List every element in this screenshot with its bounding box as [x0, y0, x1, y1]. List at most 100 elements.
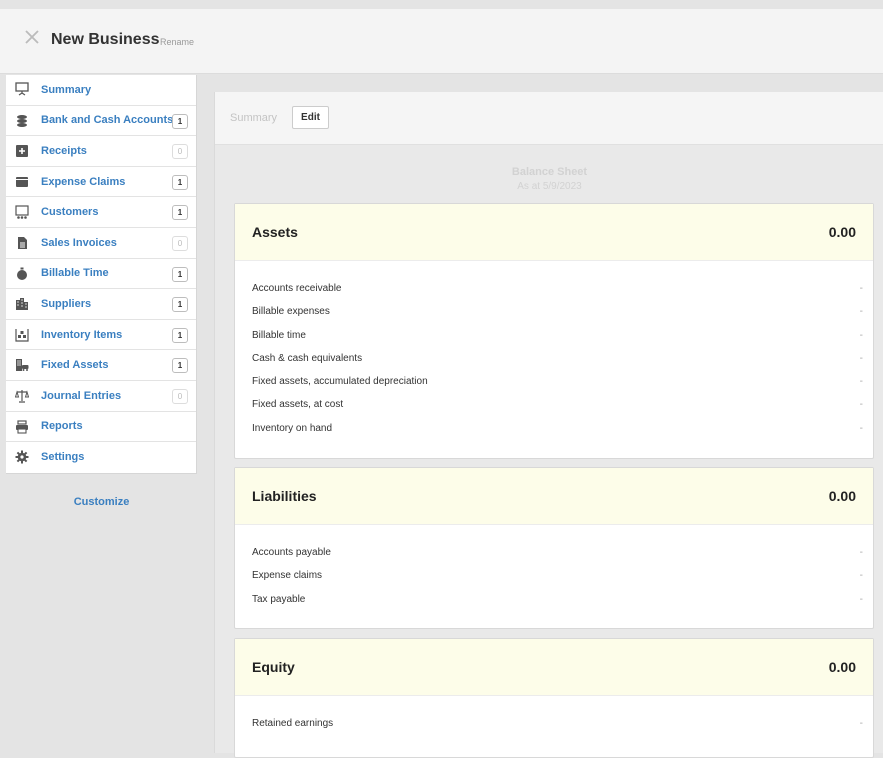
printer-icon — [16, 419, 28, 434]
plus-box-icon — [16, 145, 28, 158]
account-row[interactable]: Retained earnings - — [235, 718, 873, 741]
sidebar-item-label: Bank and Cash Accounts — [41, 114, 174, 127]
scales-icon — [15, 389, 29, 403]
account-row[interactable]: Fixed assets, accumulated depreciation - — [235, 376, 873, 399]
sidebar-item-label: Billable Time — [41, 267, 109, 280]
sidebar-nav: Summary Bank and Cash Accounts 1 Receipt… — [6, 75, 197, 474]
sidebar-item-fixed-assets[interactable]: Fixed Assets 1 — [6, 350, 196, 381]
account-row[interactable]: Billable expenses - — [235, 306, 873, 329]
sidebar-item-label: Fixed Assets — [41, 359, 109, 372]
account-row[interactable]: Accounts receivable - — [235, 283, 873, 306]
account-value: - — [859, 376, 863, 388]
top-strip — [0, 0, 883, 9]
section-title: Equity — [252, 659, 295, 675]
sidebar-item-sales-invoices[interactable]: Sales Invoices 0 — [6, 228, 196, 259]
account-value: - — [859, 593, 863, 605]
sidebar-item-journal-entries[interactable]: Journal Entries 0 — [6, 381, 196, 412]
account-value: - — [859, 422, 863, 434]
account-value: - — [859, 570, 863, 582]
sidebar-item-label: Settings — [41, 451, 85, 464]
coins-icon — [17, 114, 27, 127]
rename-link[interactable]: Rename — [160, 37, 194, 47]
sidebar-item-label: Suppliers — [41, 297, 92, 310]
account-name: Tax payable — [252, 593, 306, 605]
account-name: Cash & cash equivalents — [252, 352, 363, 364]
account-row[interactable]: Tax payable - — [235, 594, 873, 617]
account-value: - — [859, 352, 863, 364]
account-name: Retained earnings — [252, 718, 334, 729]
count-badge: 1 — [172, 205, 188, 221]
people-icon — [15, 205, 29, 220]
sidebar-item-label: Inventory Items — [41, 328, 123, 341]
sidebar-item-label: Summary — [41, 83, 92, 96]
sidebar-item-expense-claims[interactable]: Expense Claims 1 — [6, 167, 196, 198]
card-header: Assets 0.00 — [235, 204, 873, 261]
balance-sheet-title: Balance Sheet — [511, 166, 588, 178]
account-row[interactable]: Inventory on hand - — [235, 423, 873, 446]
account-value: - — [859, 547, 863, 558]
sidebar-item-suppliers[interactable]: Suppliers 1 — [6, 289, 196, 320]
balance-sheet-date: As at 5/9/2023 — [517, 181, 582, 192]
sidebar-item-label: Sales Invoices — [41, 236, 117, 249]
account-row[interactable]: Accounts payable - — [235, 547, 873, 570]
sidebar-item-billable-time[interactable]: Billable Time 1 — [6, 259, 196, 290]
count-badge: 1 — [172, 266, 188, 282]
account-name: Fixed assets, accumulated depreciation — [252, 376, 428, 388]
customize-link[interactable]: Customize — [6, 496, 197, 508]
wallet-icon — [16, 176, 28, 187]
section-total: 0.00 — [828, 488, 856, 504]
building-car-icon — [16, 359, 29, 372]
equity-card: Equity 0.00 Retained earnings - — [234, 638, 874, 758]
main-panel: Summary Edit Balance Sheet As at 5/9/202… — [214, 92, 883, 758]
sidebar-item-summary[interactable]: Summary — [6, 75, 196, 106]
liabilities-card: Liabilities 0.00 Accounts payable - Expen… — [234, 467, 874, 629]
sidebar-item-customers[interactable]: Customers 1 — [6, 197, 196, 228]
sidebar-item-label: Receipts — [41, 144, 87, 157]
account-name: Billable time — [252, 329, 306, 341]
account-value: - — [859, 283, 863, 294]
count-badge: 1 — [172, 113, 188, 129]
sidebar-item-bank-and-cash-accounts[interactable]: Bank and Cash Accounts 1 — [6, 106, 196, 137]
account-value: - — [859, 718, 863, 729]
section-title: Assets — [252, 224, 298, 240]
edit-button[interactable]: Edit — [292, 106, 329, 129]
count-badge: 1 — [172, 174, 188, 190]
account-name: Accounts payable — [252, 547, 331, 558]
account-name: Expense claims — [252, 570, 323, 582]
gear-icon — [15, 450, 29, 464]
card-header: Liabilities 0.00 — [235, 468, 873, 525]
sidebar: Summary Bank and Cash Accounts 1 Receipt… — [6, 75, 197, 753]
close-icon[interactable] — [23, 28, 41, 46]
sidebar-item-label: Reports — [41, 420, 83, 433]
sidebar-item-reports[interactable]: Reports — [6, 412, 196, 443]
document-icon — [18, 236, 27, 249]
business-name: New Business — [51, 31, 160, 48]
account-row[interactable]: Fixed assets, at cost - — [235, 399, 873, 422]
count-badge: 1 — [172, 327, 188, 343]
account-row[interactable]: Cash & cash equivalents - — [235, 353, 873, 376]
card-header: Equity 0.00 — [235, 639, 873, 696]
business-header: New Business Rename — [0, 9, 883, 74]
presentation-icon — [15, 82, 29, 96]
account-row[interactable]: Billable time - — [235, 330, 873, 353]
sidebar-item-receipts[interactable]: Receipts 0 — [6, 136, 196, 167]
section-total: 0.00 — [828, 659, 856, 675]
assets-card: Assets 0.00 Accounts receivable - Billabl… — [234, 203, 874, 459]
account-name: Fixed assets, at cost — [252, 399, 344, 411]
sidebar-item-settings[interactable]: Settings — [6, 442, 196, 473]
account-name: Billable expenses — [252, 306, 330, 318]
section-total: 0.00 — [828, 224, 856, 240]
account-value: - — [859, 306, 863, 318]
account-row[interactable]: Expense claims - — [235, 570, 873, 593]
count-badge: 0 — [172, 235, 188, 251]
warehouse-icon — [15, 328, 29, 342]
count-badge: 1 — [172, 358, 188, 374]
sidebar-item-label: Expense Claims — [41, 175, 126, 188]
count-badge: 0 — [172, 388, 188, 404]
count-badge: 0 — [172, 144, 188, 160]
toolbar-title: Summary — [230, 112, 278, 124]
sidebar-item-label: Customers — [41, 206, 99, 219]
stopwatch-icon — [17, 267, 27, 280]
sidebar-item-inventory-items[interactable]: Inventory Items 1 — [6, 320, 196, 351]
summary-toolbar: Summary Edit — [215, 92, 883, 145]
